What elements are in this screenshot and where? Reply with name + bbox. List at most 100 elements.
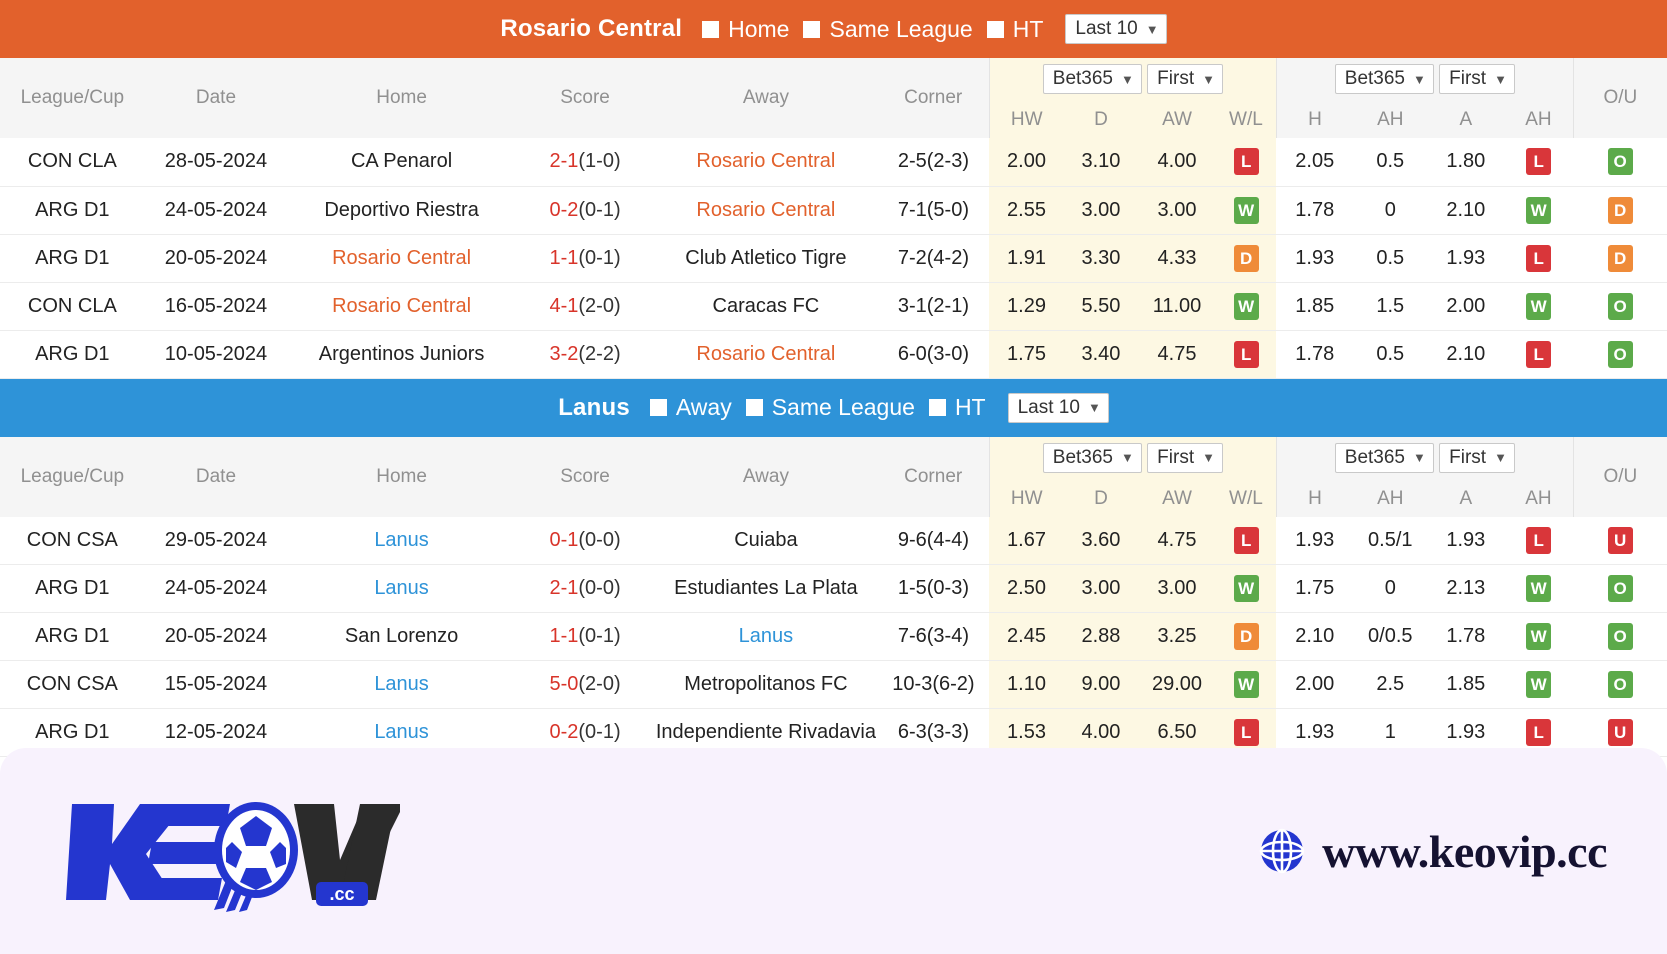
cell-date: 29-05-2024 (145, 517, 288, 565)
site-footer: .cc www.keovip.cc (0, 748, 1667, 954)
filter-ht-label: HT (955, 394, 986, 421)
team-name-home[interactable]: CA Penarol (351, 150, 452, 172)
filter-ht-lanus[interactable]: HT (929, 394, 986, 421)
score-halftime: (2-0) (578, 295, 620, 317)
cell-date: 20-05-2024 (145, 613, 288, 661)
subcol-aw: AW (1138, 102, 1216, 138)
cell-corner: 1-5(0-3) (878, 565, 990, 613)
team-name-away[interactable]: Rosario Central (696, 343, 835, 365)
score-halftime: (2-2) (578, 343, 620, 365)
checkbox-icon[interactable] (650, 399, 667, 416)
cell-league: ARG D1 (0, 565, 145, 613)
cell-ah-away: 2.10 (1428, 330, 1505, 378)
checkbox-icon[interactable] (803, 21, 820, 38)
team-name-home[interactable]: San Lorenzo (345, 625, 458, 647)
cell-ou-result: D (1573, 234, 1667, 282)
chevron-down-icon: ▼ (1121, 73, 1134, 86)
col-score: Score (516, 437, 654, 517)
team-name-away[interactable]: Estudiantes La Plata (674, 577, 857, 599)
cell-odds-aw: 3.25 (1138, 613, 1216, 661)
result-badge: W (1234, 293, 1259, 320)
result-badge: W (1234, 197, 1259, 224)
cell-ah-line: 2.5 (1353, 661, 1427, 709)
team-name-home[interactable]: Lanus (374, 721, 429, 743)
team-name-home[interactable]: Rosario Central (332, 247, 471, 269)
cell-away: Rosario Central (654, 186, 877, 234)
bookmaker-value: Bet365 (1053, 68, 1113, 90)
cell-result-wl: W (1216, 186, 1277, 234)
table-row[interactable]: ARG D124-05-2024Deportivo Riestra0-2(0-1… (0, 186, 1667, 234)
odds-group-2-lanus: Bet365 ▼ First ▼ (1276, 437, 1573, 481)
ou-result-badge: O (1608, 341, 1633, 368)
table-row[interactable]: CON CLA28-05-2024CA Penarol2-1(1-0)Rosar… (0, 138, 1667, 186)
team-name-away[interactable]: Cuiaba (734, 529, 797, 551)
bookmaker-select-2-lanus[interactable]: Bet365 ▼ (1335, 443, 1434, 473)
range-select-rosario[interactable]: Last 10 ▼ (1065, 14, 1166, 44)
team-name-away[interactable]: Metropolitanos FC (684, 673, 847, 695)
table-row[interactable]: CON CSA29-05-2024Lanus0-1(0-0)Cuiaba9-6(… (0, 517, 1667, 565)
filter-same-league-lanus[interactable]: Same League (746, 394, 915, 421)
range-select-lanus[interactable]: Last 10 ▼ (1008, 393, 1109, 423)
team-name-home[interactable]: Deportivo Riestra (324, 199, 479, 221)
cell-ah-line: 0.5/1 (1353, 517, 1427, 565)
filter-ht-rosario[interactable]: HT (987, 16, 1044, 43)
ou-result-badge: O (1608, 671, 1633, 698)
cell-away: Club Atletico Tigre (654, 234, 877, 282)
filter-same-league-rosario[interactable]: Same League (803, 16, 972, 43)
team-name-home[interactable]: Rosario Central (332, 295, 471, 317)
cell-home: Argentinos Juniors (287, 330, 516, 378)
period-select-1-rosario[interactable]: First ▼ (1147, 64, 1223, 94)
filter-venue-rosario[interactable]: Home (702, 16, 789, 43)
team-name-away[interactable]: Rosario Central (696, 150, 835, 172)
subcol-aw: AW (1138, 481, 1216, 517)
bookmaker-select-1-rosario[interactable]: Bet365 ▼ (1043, 64, 1142, 94)
subcol-ah1: AH (1353, 481, 1427, 517)
table-row[interactable]: CON CSA15-05-2024Lanus5-0(2-0)Metropolit… (0, 661, 1667, 709)
subcol-a: A (1428, 481, 1505, 517)
cell-score: 0-1(0-0) (516, 517, 654, 565)
cell-score: 2-1(1-0) (516, 138, 654, 186)
bookmaker-select-2-rosario[interactable]: Bet365 ▼ (1335, 64, 1434, 94)
team-name-away[interactable]: Club Atletico Tigre (685, 247, 846, 269)
cell-odds-hw: 2.45 (989, 613, 1063, 661)
team-name-home[interactable]: Lanus (374, 673, 429, 695)
col-corner: Corner (878, 58, 990, 138)
bookmaker-select-1-lanus[interactable]: Bet365 ▼ (1043, 443, 1142, 473)
cell-corner: 7-2(4-2) (878, 234, 990, 282)
score-fulltime: 1-1 (549, 625, 578, 647)
table-row[interactable]: ARG D124-05-2024Lanus2-1(0-0)Estudiantes… (0, 565, 1667, 613)
period-select-1-lanus[interactable]: First ▼ (1147, 443, 1223, 473)
cell-odds-aw: 4.00 (1138, 138, 1216, 186)
filter-venue-lanus[interactable]: Away (650, 394, 732, 421)
period-select-2-rosario[interactable]: First ▼ (1439, 64, 1515, 94)
section-header-lanus: Lanus Away Same League HT Last 10 ▼ (0, 379, 1667, 437)
period-select-2-lanus[interactable]: First ▼ (1439, 443, 1515, 473)
table-row[interactable]: ARG D120-05-2024Rosario Central1-1(0-1)C… (0, 234, 1667, 282)
checkbox-icon[interactable] (746, 399, 763, 416)
cell-league: ARG D1 (0, 330, 145, 378)
team-name-away[interactable]: Independiente Rivadavia (656, 721, 876, 743)
checkbox-icon[interactable] (987, 21, 1004, 38)
table-row[interactable]: ARG D120-05-2024San Lorenzo1-1(0-1)Lanus… (0, 613, 1667, 661)
ou-result-badge: U (1608, 527, 1633, 554)
cell-home: CA Penarol (287, 138, 516, 186)
team-name-home[interactable]: Argentinos Juniors (319, 343, 485, 365)
team-name-home[interactable]: Lanus (374, 577, 429, 599)
team-name-home[interactable]: Lanus (374, 529, 429, 551)
team-name-away[interactable]: Caracas FC (713, 295, 820, 317)
site-url-block: www.keovip.cc (1258, 825, 1607, 878)
cell-odds-d: 3.00 (1064, 186, 1138, 234)
table-row[interactable]: CON CLA16-05-2024Rosario Central4-1(2-0)… (0, 282, 1667, 330)
subcol-d: D (1064, 102, 1138, 138)
cell-score: 0-2(0-1) (516, 186, 654, 234)
checkbox-icon[interactable] (702, 21, 719, 38)
cell-ah-away: 2.13 (1428, 565, 1505, 613)
subcol-ah2: AH (1504, 481, 1573, 517)
table-row[interactable]: ARG D110-05-2024Argentinos Juniors3-2(2-… (0, 330, 1667, 378)
subcol-wl: W/L (1216, 481, 1277, 517)
checkbox-icon[interactable] (929, 399, 946, 416)
ou-result-badge: U (1608, 719, 1633, 746)
cell-ou-result: O (1573, 330, 1667, 378)
team-name-away[interactable]: Rosario Central (696, 199, 835, 221)
team-name-away[interactable]: Lanus (739, 625, 794, 647)
